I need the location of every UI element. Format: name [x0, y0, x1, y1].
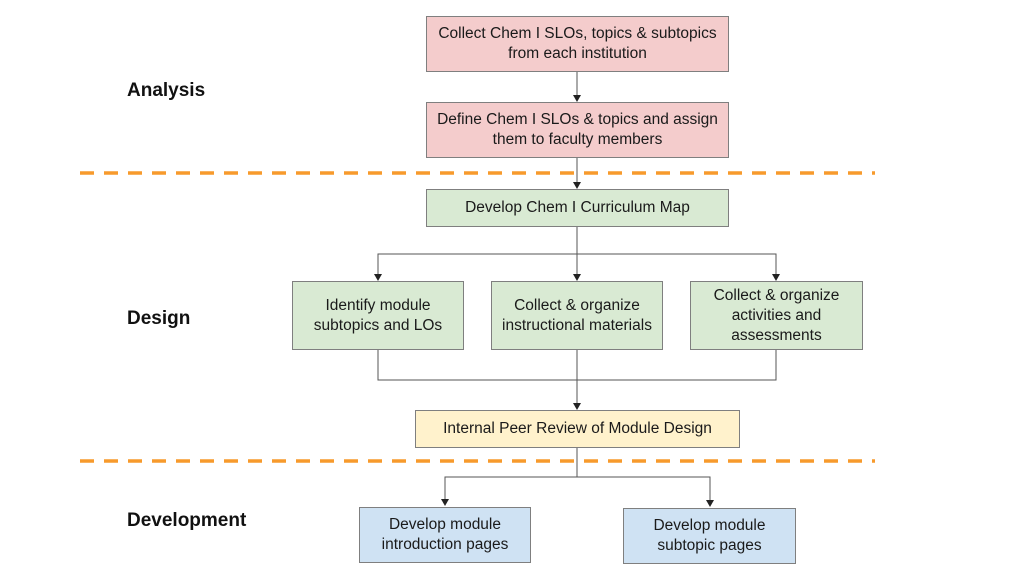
box-subtopic-pages: Develop module subtopic pages: [623, 508, 796, 564]
box-instructional-materials: Collect & organize instructional materia…: [491, 281, 663, 350]
box-activities-assessments: Collect & organize activities and assess…: [690, 281, 863, 350]
arrowhead-map: [573, 182, 581, 189]
arrowhead-subtopic: [706, 500, 714, 507]
box-identify-subtopics: Identify module subtopics and LOs: [292, 281, 464, 350]
arrowhead-intro: [441, 499, 449, 506]
arrowhead-identify: [374, 274, 382, 281]
box-define-slos: Define Chem I SLOs & topics and assign t…: [426, 102, 729, 158]
connector-dev-horizontal: [444, 476, 711, 505]
phase-label-development: Development: [127, 510, 247, 531]
arrowhead-activities: [772, 274, 780, 281]
box-curriculum-map: Develop Chem I Curriculum Map: [426, 189, 729, 227]
box-peer-review: Internal Peer Review of Module Design: [415, 410, 740, 448]
phase-label-design: Design: [127, 308, 191, 329]
arrowhead-define: [573, 95, 581, 102]
arrowhead-instructional: [573, 274, 581, 281]
box-collect-slos: Collect Chem I SLOs, topics & subtopics …: [426, 16, 729, 72]
box-intro-pages: Develop module introduction pages: [359, 507, 531, 563]
phase-label-analysis: Analysis: [127, 80, 206, 101]
arrowhead-review: [573, 403, 581, 410]
